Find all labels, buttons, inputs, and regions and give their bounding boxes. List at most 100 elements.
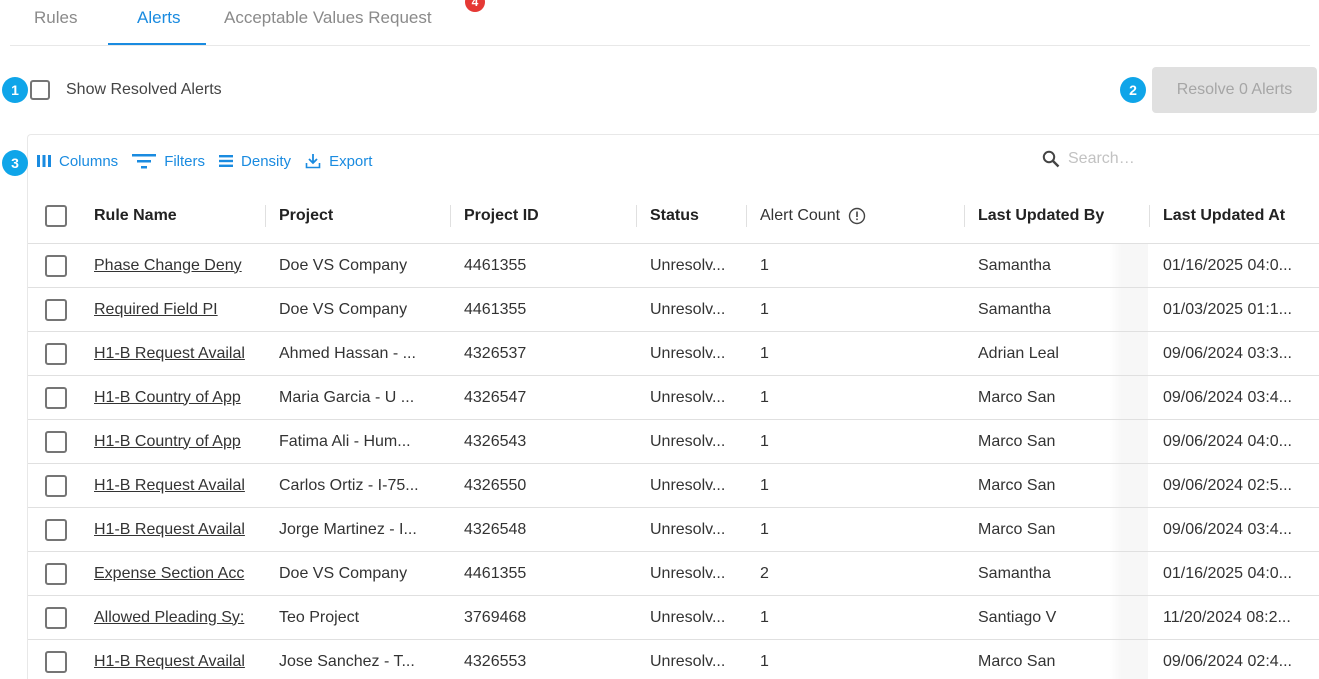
row-checkbox[interactable]: [45, 606, 67, 629]
redaction-mask: [1110, 640, 1148, 679]
tab-alerts[interactable]: Alerts: [137, 8, 180, 28]
project-cell: Jose Sanchez - T...: [279, 652, 415, 670]
rule-name-link[interactable]: Allowed Pleading Sy:: [94, 596, 266, 639]
redaction-mask: [1110, 552, 1148, 595]
density-label: Density: [241, 152, 292, 170]
alert-count-cell: 1: [760, 520, 769, 538]
table-row[interactable]: Required Field PI Doe VS Company 4461355 Un…: [28, 288, 1319, 332]
column-separator[interactable]: [265, 205, 266, 227]
last-updated-at-cell: 01/16/2025 04:0...: [1163, 256, 1292, 274]
column-separator[interactable]: [746, 205, 747, 227]
project-id-cell: 4326537: [464, 344, 527, 362]
redaction-mask: [1110, 332, 1148, 375]
show-resolved-label: Show Resolved Alerts: [66, 81, 222, 98]
rule-name-link[interactable]: H1-B Request Availal: [94, 332, 266, 375]
project-id-cell: 4461355: [464, 256, 527, 274]
status-cell: Unresolv...: [650, 608, 726, 626]
column-header-project[interactable]: Project: [279, 188, 333, 243]
table-row[interactable]: H1-B Request Availal Ahmed Hassan - ... 43…: [28, 332, 1319, 376]
column-header-project-id[interactable]: Project ID: [464, 188, 539, 243]
rule-name-link[interactable]: H1-B Request Availal: [94, 464, 266, 507]
tab-bar: Rules Alerts Acceptable Values Request 4: [10, 0, 1310, 46]
column-separator[interactable]: [450, 205, 451, 227]
row-checkbox[interactable]: [45, 562, 67, 585]
column-separator[interactable]: [1149, 205, 1150, 227]
table-row[interactable]: H1-B Request Availal Carlos Ortiz - I-75.…: [28, 464, 1319, 508]
row-checkbox[interactable]: [45, 518, 67, 541]
last-updated-at-cell: 01/16/2025 04:0...: [1163, 564, 1292, 582]
filters-button[interactable]: Filters: [132, 153, 205, 170]
density-button[interactable]: Density: [219, 153, 291, 170]
info-icon[interactable]: [848, 207, 866, 225]
table-row[interactable]: H1-B Country of App Fatima Ali - Hum... 43…: [28, 420, 1319, 464]
project-cell: Carlos Ortiz - I-75...: [279, 476, 419, 494]
rule-name-link[interactable]: Required Field PI: [94, 288, 266, 331]
row-checkbox[interactable]: [45, 342, 67, 365]
columns-button[interactable]: Columns: [37, 153, 118, 170]
show-resolved-checkbox[interactable]: [30, 80, 50, 100]
last-updated-at-cell: 09/06/2024 03:4...: [1163, 520, 1292, 538]
status-cell: Unresolv...: [650, 344, 726, 362]
status-cell: Unresolv...: [650, 652, 726, 670]
project-cell: Ahmed Hassan - ...: [279, 344, 416, 362]
resolve-alerts-button[interactable]: Resolve 0 Alerts: [1152, 67, 1317, 113]
rule-name-link[interactable]: H1-B Country of App: [94, 420, 266, 463]
redaction-mask: [1110, 420, 1148, 463]
column-header-last-updated-by[interactable]: Last Updated By: [978, 188, 1104, 243]
alert-count-cell: 1: [760, 300, 769, 318]
rule-name-link[interactable]: H1-B Request Availal: [94, 508, 266, 551]
filter-icon: [132, 154, 157, 169]
tab-acceptable-values-request[interactable]: Acceptable Values Request: [224, 8, 432, 28]
alert-count-cell: 1: [760, 344, 769, 362]
last-updated-at-cell: 09/06/2024 02:5...: [1163, 476, 1292, 494]
row-checkbox[interactable]: [45, 474, 67, 497]
search-input[interactable]: [1068, 150, 1268, 168]
table-row[interactable]: H1-B Country of App Maria Garcia - U ... 4…: [28, 376, 1319, 420]
status-cell: Unresolv...: [650, 476, 726, 494]
tab-rules[interactable]: Rules: [34, 8, 77, 28]
row-checkbox[interactable]: [45, 254, 67, 277]
select-all-checkbox[interactable]: [45, 204, 67, 227]
status-cell: Unresolv...: [650, 564, 726, 582]
rule-name-link[interactable]: H1-B Country of App: [94, 376, 266, 419]
column-header-alert-count[interactable]: Alert Count: [760, 188, 866, 243]
alert-count-cell: 2: [760, 564, 769, 582]
row-checkbox[interactable]: [45, 430, 67, 453]
last-updated-at-cell: 09/06/2024 03:4...: [1163, 388, 1292, 406]
alert-count-cell: 1: [760, 388, 769, 406]
export-button[interactable]: Export: [305, 153, 372, 170]
project-cell: Doe VS Company: [279, 300, 408, 318]
row-checkbox[interactable]: [45, 386, 67, 409]
table-row[interactable]: Allowed Pleading Sy: Teo Project 3769468 Un…: [28, 596, 1319, 640]
table-row[interactable]: Phase Change Deny Doe VS Company 4461355 Un…: [28, 244, 1319, 288]
alert-count-header-label: Alert Count: [760, 206, 841, 224]
rule-name-link[interactable]: H1-B Request Availal: [94, 640, 266, 679]
table-row[interactable]: Expense Section Acc Doe VS Company 4461355…: [28, 552, 1319, 596]
search-icon: [1042, 150, 1060, 168]
project-id-cell: 4461355: [464, 300, 527, 318]
row-checkbox[interactable]: [45, 298, 67, 321]
project-id-cell: 3769468: [464, 608, 527, 626]
project-id-cell: 4326550: [464, 476, 527, 494]
project-id-cell: 4326543: [464, 432, 527, 450]
redaction-mask: [1110, 508, 1148, 551]
table-row[interactable]: H1-B Request Availal Jorge Martinez - I..…: [28, 508, 1319, 552]
table-row[interactable]: H1-B Request Availal Jose Sanchez - T... 4…: [28, 640, 1319, 679]
project-cell: Doe VS Company: [279, 256, 408, 274]
column-header-last-updated-at[interactable]: Last Updated At: [1163, 188, 1285, 243]
project-cell: Fatima Ali - Hum...: [279, 432, 411, 450]
project-cell: Teo Project: [279, 608, 360, 626]
status-cell: Unresolv...: [650, 520, 726, 538]
show-resolved-toggle[interactable]: Show Resolved Alerts: [30, 79, 222, 101]
redaction-mask: [1110, 288, 1148, 331]
column-header-status[interactable]: Status: [650, 188, 699, 243]
last-updated-at-cell: 09/06/2024 02:4...: [1163, 652, 1292, 670]
rule-name-link[interactable]: Expense Section Acc: [94, 552, 266, 595]
rule-name-link[interactable]: Phase Change Deny: [94, 244, 266, 287]
column-separator[interactable]: [636, 205, 637, 227]
last-updated-at-cell: 01/03/2025 01:1...: [1163, 300, 1292, 318]
column-header-rule-name[interactable]: Rule Name: [94, 188, 177, 243]
row-checkbox[interactable]: [45, 650, 67, 673]
alert-count-cell: 1: [760, 608, 769, 626]
column-separator[interactable]: [964, 205, 965, 227]
